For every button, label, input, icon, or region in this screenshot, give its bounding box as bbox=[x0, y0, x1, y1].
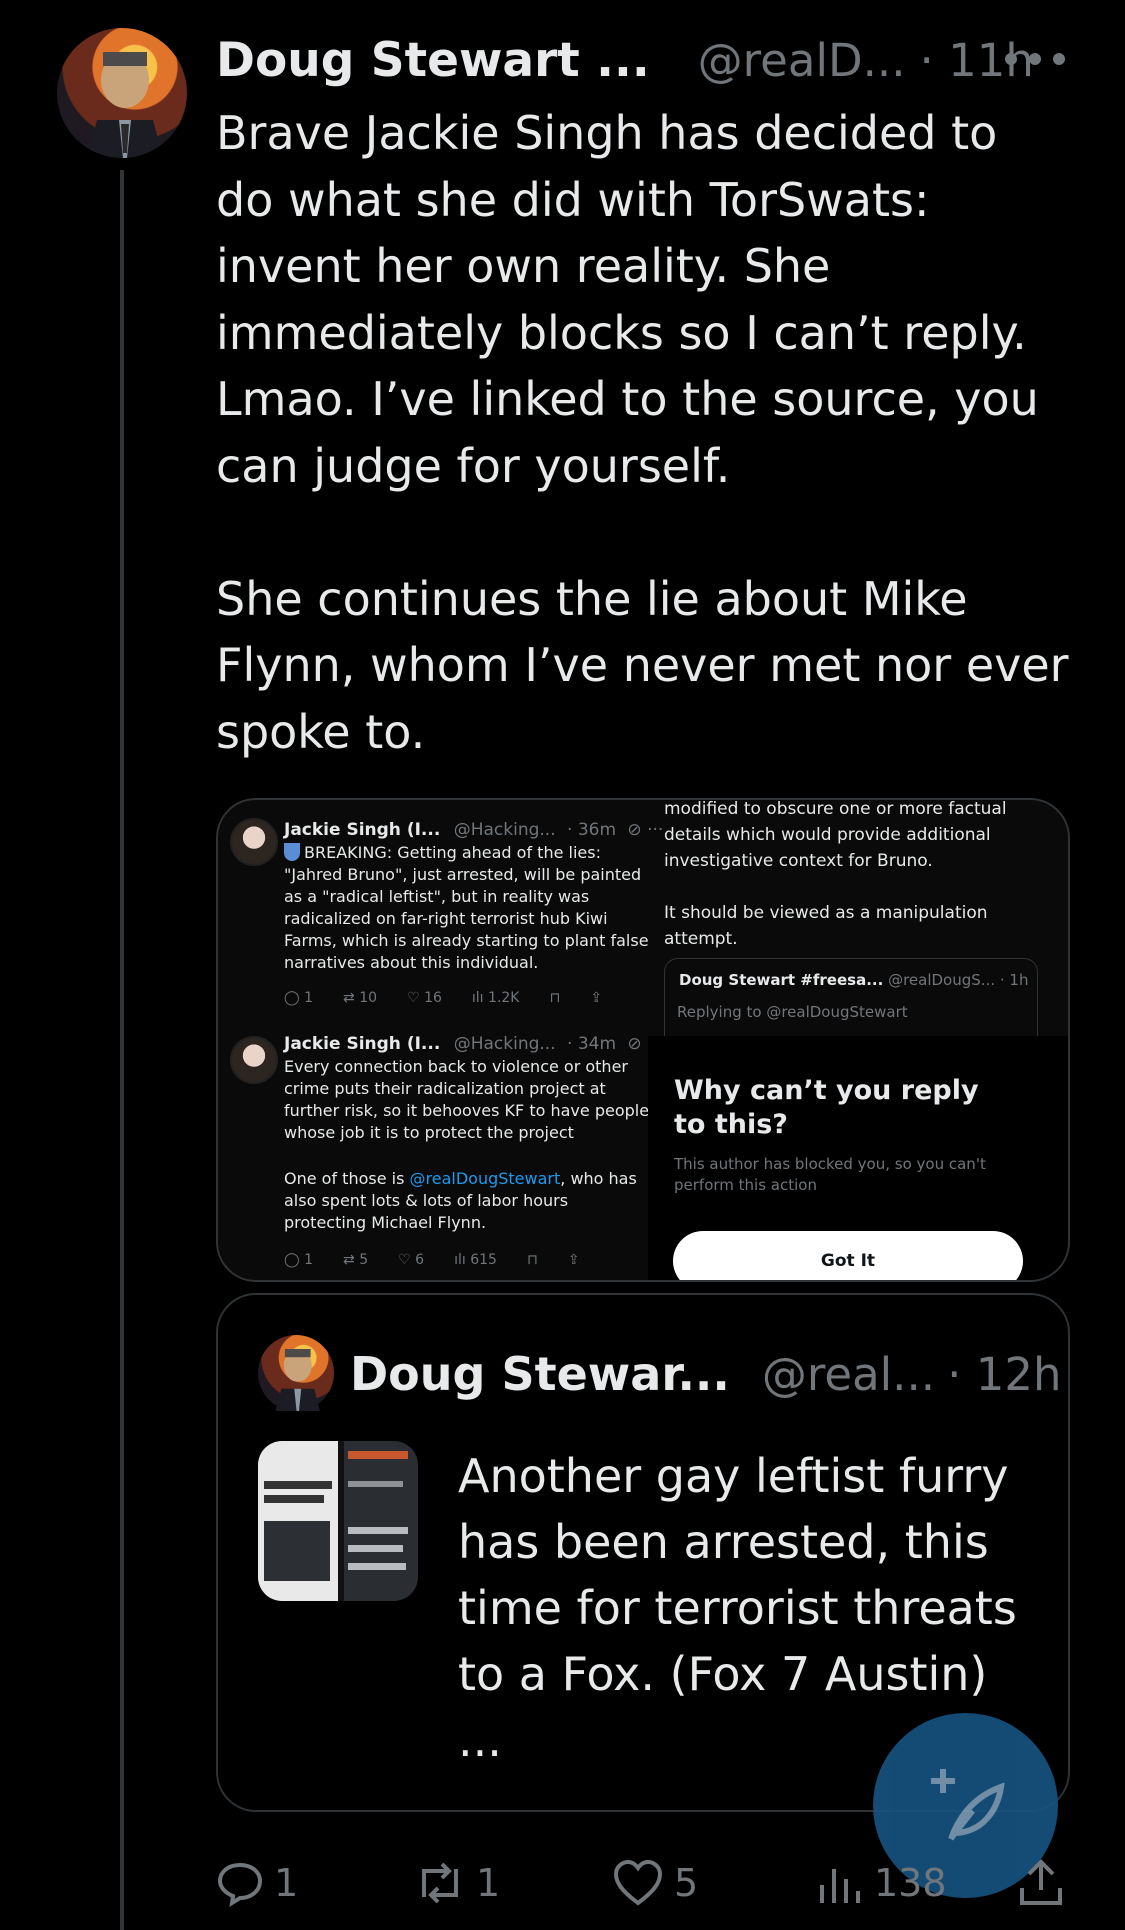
tweet-media-image[interactable]: Jackie Singh (I... @Hacking... · 36m ⊘ ·… bbox=[216, 798, 1070, 1282]
mini-like-icon: ♡ 6 bbox=[398, 1252, 425, 1268]
mini-post-header: Jackie Singh (I... @Hacking... · 36m ⊘ ·… bbox=[284, 820, 663, 840]
blocked-sheet: Why can’t you reply to this? This author… bbox=[648, 1036, 1068, 1280]
quote-header: Doug Stewar... @real... · 12h bbox=[350, 1347, 1061, 1401]
mini-views-icon: ılı 615 bbox=[454, 1252, 497, 1268]
quote-author-handle: @real... bbox=[761, 1347, 936, 1401]
quote-author-name: Doug Stewar... bbox=[350, 1347, 730, 1401]
mini-post-actions: ◯ 1 ⇄ 10 ♡ 16 ılı 1.2K ⊓ ⇪ bbox=[284, 990, 602, 1006]
author-name[interactable]: Doug Stewart ... bbox=[216, 33, 650, 88]
repost-icon bbox=[422, 1862, 458, 1904]
mini-like-icon: ♡ 16 bbox=[407, 990, 442, 1006]
thread-line bbox=[120, 170, 124, 1930]
sheet-title: Why can’t you reply to this? bbox=[674, 1075, 979, 1140]
mini-reply-icon: ◯ 1 bbox=[284, 990, 314, 1006]
mini-avatar bbox=[230, 1036, 278, 1084]
mini-avatar bbox=[230, 818, 278, 866]
mini-post-header: Jackie Singh (I... @Hacking... · 34m ⊘ ·… bbox=[284, 1034, 663, 1054]
mini-post-handle: @Hacking... bbox=[453, 820, 556, 840]
reply-button[interactable]: 1 bbox=[216, 1858, 298, 1908]
right-column-text: modified to obscure one or more factual … bbox=[664, 799, 1007, 949]
mini-post-name: Jackie Singh (I... bbox=[284, 820, 441, 840]
got-it-button: Got It bbox=[673, 1231, 1023, 1280]
mini-share-icon: ⇪ bbox=[567, 1252, 580, 1268]
mini-share-icon: ⇪ bbox=[590, 990, 603, 1006]
repost-button[interactable]: 1 bbox=[414, 1858, 500, 1908]
mini-views-icon: ılı 1.2K bbox=[471, 990, 520, 1006]
feather-plus-icon bbox=[930, 1768, 1005, 1841]
more-options-icon[interactable] bbox=[1005, 44, 1065, 74]
mini-post-body-2: One of those is @realDougStewart, who ha… bbox=[284, 1169, 637, 1232]
mini-repost-icon: ⇄ 10 bbox=[343, 990, 378, 1006]
reply-count: 1 bbox=[274, 1861, 299, 1905]
share-button[interactable] bbox=[1016, 1858, 1066, 1908]
reply-icon bbox=[217, 1862, 263, 1907]
tweet-text: Brave Jackie Singh has decided to do wha… bbox=[216, 106, 1069, 759]
mini-post-actions: ◯ 1 ⇄ 5 ♡ 6 ılı 615 ⊓ ⇪ bbox=[284, 1252, 580, 1268]
tweet-header: Doug Stewart ... @realD... · 11h bbox=[216, 30, 1034, 90]
shield-icon bbox=[284, 843, 300, 861]
like-count: 5 bbox=[674, 1861, 699, 1905]
quote-time: · 12h bbox=[947, 1347, 1062, 1401]
author-handle[interactable]: @realD... bbox=[698, 34, 906, 87]
view-count: 138 bbox=[874, 1861, 947, 1905]
share-icon bbox=[1020, 1859, 1062, 1905]
mini-post-body: BREAKING: Getting ahead of the lies: "Ja… bbox=[284, 843, 649, 972]
mini-grok-icon: ⊘ ··· bbox=[627, 820, 664, 840]
views-button[interactable]: 138 bbox=[816, 1858, 947, 1908]
mini-post-body: Every connection back to violence or oth… bbox=[284, 1057, 650, 1142]
heart-icon bbox=[613, 1859, 663, 1906]
like-button[interactable]: 5 bbox=[612, 1858, 698, 1908]
sheet-subtitle: This author has blocked you, so you can'… bbox=[674, 1155, 986, 1194]
mini-post-time: · 36m bbox=[567, 820, 617, 840]
mini-repost-icon: ⇄ 5 bbox=[343, 1252, 369, 1268]
mini-bookmark-icon: ⊓ bbox=[526, 1252, 538, 1268]
quote-thumbnail bbox=[258, 1441, 418, 1601]
mini-post-handle: @Hacking... bbox=[453, 1034, 556, 1054]
quote-avatar bbox=[258, 1335, 334, 1411]
mini-post-name: Jackie Singh (I... bbox=[284, 1034, 441, 1054]
author-avatar[interactable] bbox=[57, 28, 187, 158]
mini-bookmark-icon: ⊓ bbox=[549, 990, 561, 1006]
mini-post-time: · 34m bbox=[567, 1034, 617, 1054]
repost-count: 1 bbox=[476, 1861, 501, 1905]
tweet-actions: 1 1 5 138 bbox=[216, 1858, 1076, 1908]
views-icon bbox=[820, 1869, 860, 1903]
mini-reply-icon: ◯ 1 bbox=[284, 1252, 314, 1268]
